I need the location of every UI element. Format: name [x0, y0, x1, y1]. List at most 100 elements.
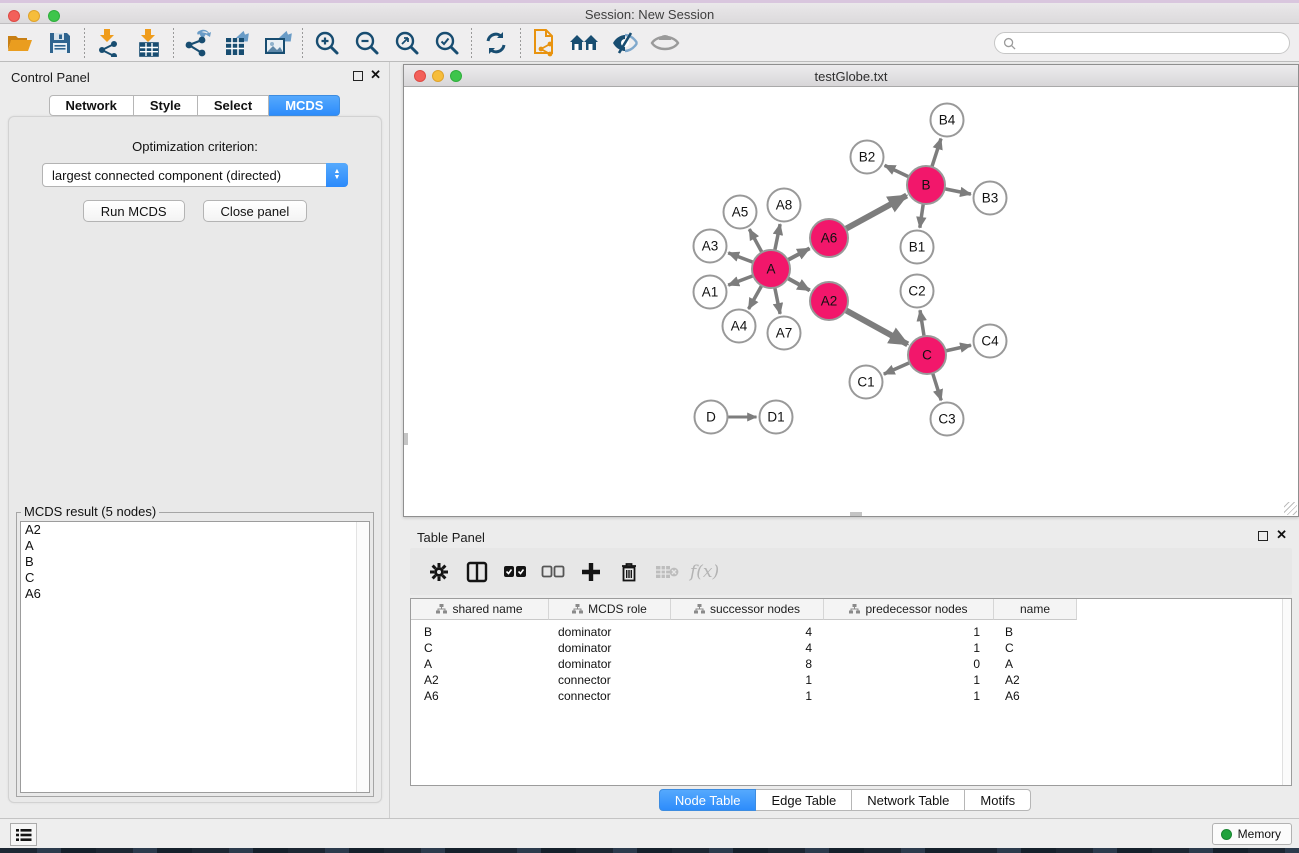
table-cell[interactable]: A	[994, 657, 1077, 671]
result-list-scrollbar[interactable]	[356, 522, 369, 792]
tab-mcds[interactable]: MCDS	[269, 95, 340, 116]
zoom-in-button[interactable]	[309, 27, 345, 59]
table-row[interactable]: A6connector11A6	[411, 688, 1291, 704]
mcds-result-item[interactable]: C	[21, 570, 369, 586]
unselect-all-rows-button[interactable]	[534, 555, 572, 589]
table-row[interactable]: Bdominator41B	[411, 624, 1291, 640]
table-cell[interactable]: connector	[549, 673, 671, 687]
column-selector-button[interactable]	[458, 555, 496, 589]
new-session-from-network-button[interactable]	[527, 27, 563, 59]
tab-select[interactable]: Select	[198, 95, 269, 116]
show-eye-button[interactable]	[647, 27, 683, 59]
open-session-button[interactable]	[2, 27, 38, 59]
tab-edge-table[interactable]: Edge Table	[756, 789, 852, 811]
table-cell[interactable]: 1	[824, 641, 994, 655]
refresh-button[interactable]	[478, 27, 514, 59]
tab-node-table[interactable]: Node Table	[659, 789, 757, 811]
close-table-panel-icon[interactable]: ✕	[1276, 527, 1287, 543]
mcds-result-list[interactable]: A2ABCA6	[20, 521, 370, 793]
table-cell[interactable]: 1	[824, 689, 994, 703]
mcds-result-item[interactable]: A6	[21, 586, 369, 602]
float-panel-icon[interactable]	[353, 71, 363, 81]
search-input[interactable]	[1021, 34, 1289, 52]
table-cell[interactable]: B	[411, 625, 549, 639]
criterion-dropdown[interactable]: largest connected component (directed) ▲…	[42, 163, 348, 187]
table-row[interactable]: A2connector11A2	[411, 672, 1291, 688]
table-scrollbar[interactable]	[1282, 599, 1291, 785]
table-cell[interactable]: B	[994, 625, 1077, 639]
close-panel-button[interactable]: Close panel	[203, 200, 308, 222]
mcds-result-item[interactable]: A2	[21, 522, 369, 538]
task-history-button[interactable]	[10, 823, 37, 846]
import-network-icon	[96, 29, 122, 57]
table-cell[interactable]: C	[994, 641, 1077, 655]
table-cell[interactable]: A6	[411, 689, 549, 703]
export-network-button[interactable]	[180, 27, 216, 59]
tab-style[interactable]: Style	[134, 95, 198, 116]
column-header-MCDS-role[interactable]: MCDS role	[549, 599, 671, 620]
apply-function-button[interactable]: f(x)	[690, 562, 719, 582]
zoom-out-button[interactable]	[349, 27, 385, 59]
network-window-titlebar[interactable]: testGlobe.txt	[404, 65, 1298, 87]
table-cell[interactable]: 4	[671, 625, 824, 639]
table-cell[interactable]: A2	[994, 673, 1077, 687]
toolbar-separator	[84, 28, 85, 58]
run-mcds-button[interactable]: Run MCDS	[83, 200, 185, 222]
column-header-name[interactable]: name	[994, 599, 1077, 620]
export-table-button[interactable]	[220, 27, 256, 59]
column-header-successor-nodes[interactable]: successor nodes	[671, 599, 824, 620]
table-cell[interactable]: dominator	[549, 657, 671, 671]
import-network-button[interactable]	[91, 27, 127, 59]
vertical-scroll-indicator[interactable]	[404, 433, 408, 445]
mcds-result-item[interactable]: A	[21, 538, 369, 554]
memory-button[interactable]: Memory	[1212, 823, 1292, 845]
table-cell[interactable]: A	[411, 657, 549, 671]
table-cell[interactable]: 8	[671, 657, 824, 671]
delete-table-button[interactable]	[648, 555, 686, 589]
network-canvas[interactable]: B4B2BB3A5A8A6A3B1AA1C2A2A4A7C4CC1C3DD1	[404, 87, 1298, 516]
table-options-button[interactable]	[420, 555, 458, 589]
search-box[interactable]	[994, 32, 1290, 54]
table-cell[interactable]: 1	[671, 673, 824, 687]
home-layout-button[interactable]	[567, 27, 603, 59]
close-panel-icon[interactable]: ✕	[370, 67, 381, 83]
table-row[interactable]: Adominator80A	[411, 656, 1291, 672]
horizontal-scroll-indicator[interactable]	[850, 512, 862, 516]
node-table[interactable]: shared nameMCDS rolesuccessor nodesprede…	[410, 598, 1292, 786]
column-header-predecessor-nodes[interactable]: predecessor nodes	[824, 599, 994, 620]
network-window-title: testGlobe.txt	[404, 69, 1298, 84]
table-cell[interactable]: dominator	[549, 625, 671, 639]
table-cell[interactable]: C	[411, 641, 549, 655]
table-row[interactable]: Cdominator41C	[411, 640, 1291, 656]
table-cell[interactable]: connector	[549, 689, 671, 703]
table-cell[interactable]: 1	[824, 625, 994, 639]
table-cell[interactable]: 1	[824, 673, 994, 687]
table-cell[interactable]: A2	[411, 673, 549, 687]
zoom-in-icon	[314, 30, 340, 56]
select-all-rows-button[interactable]	[496, 555, 534, 589]
table-cell[interactable]: A6	[994, 689, 1077, 703]
tab-network[interactable]: Network	[49, 95, 134, 116]
table-cell[interactable]: 1	[671, 689, 824, 703]
table-cell[interactable]: dominator	[549, 641, 671, 655]
table-cell[interactable]: 4	[671, 641, 824, 655]
node-label-C: C	[922, 348, 932, 363]
main-titlebar[interactable]: Session: New Session	[0, 3, 1299, 24]
float-table-panel-icon[interactable]	[1258, 531, 1268, 541]
save-session-button[interactable]	[42, 27, 78, 59]
delete-columns-button[interactable]	[610, 555, 648, 589]
add-column-button[interactable]	[572, 555, 610, 589]
export-image-button[interactable]	[260, 27, 296, 59]
resize-grip-icon[interactable]	[1284, 502, 1297, 515]
mcds-result-item[interactable]: B	[21, 554, 369, 570]
network-graph[interactable]: B4B2BB3A5A8A6A3B1AA1C2A2A4A7C4CC1C3DD1	[404, 87, 1298, 516]
import-table-button[interactable]	[131, 27, 167, 59]
tab-motifs[interactable]: Motifs	[965, 789, 1031, 811]
hide-selected-button[interactable]	[607, 27, 643, 59]
network-view-window: testGlobe.txt B4B2BB3A5A8A6A3B1AA1C2A2A4…	[403, 64, 1299, 517]
zoom-selected-button[interactable]	[429, 27, 465, 59]
column-header-shared-name[interactable]: shared name	[411, 599, 549, 620]
table-cell[interactable]: 0	[824, 657, 994, 671]
tab-network-table[interactable]: Network Table	[852, 789, 965, 811]
zoom-fit-button[interactable]	[389, 27, 425, 59]
